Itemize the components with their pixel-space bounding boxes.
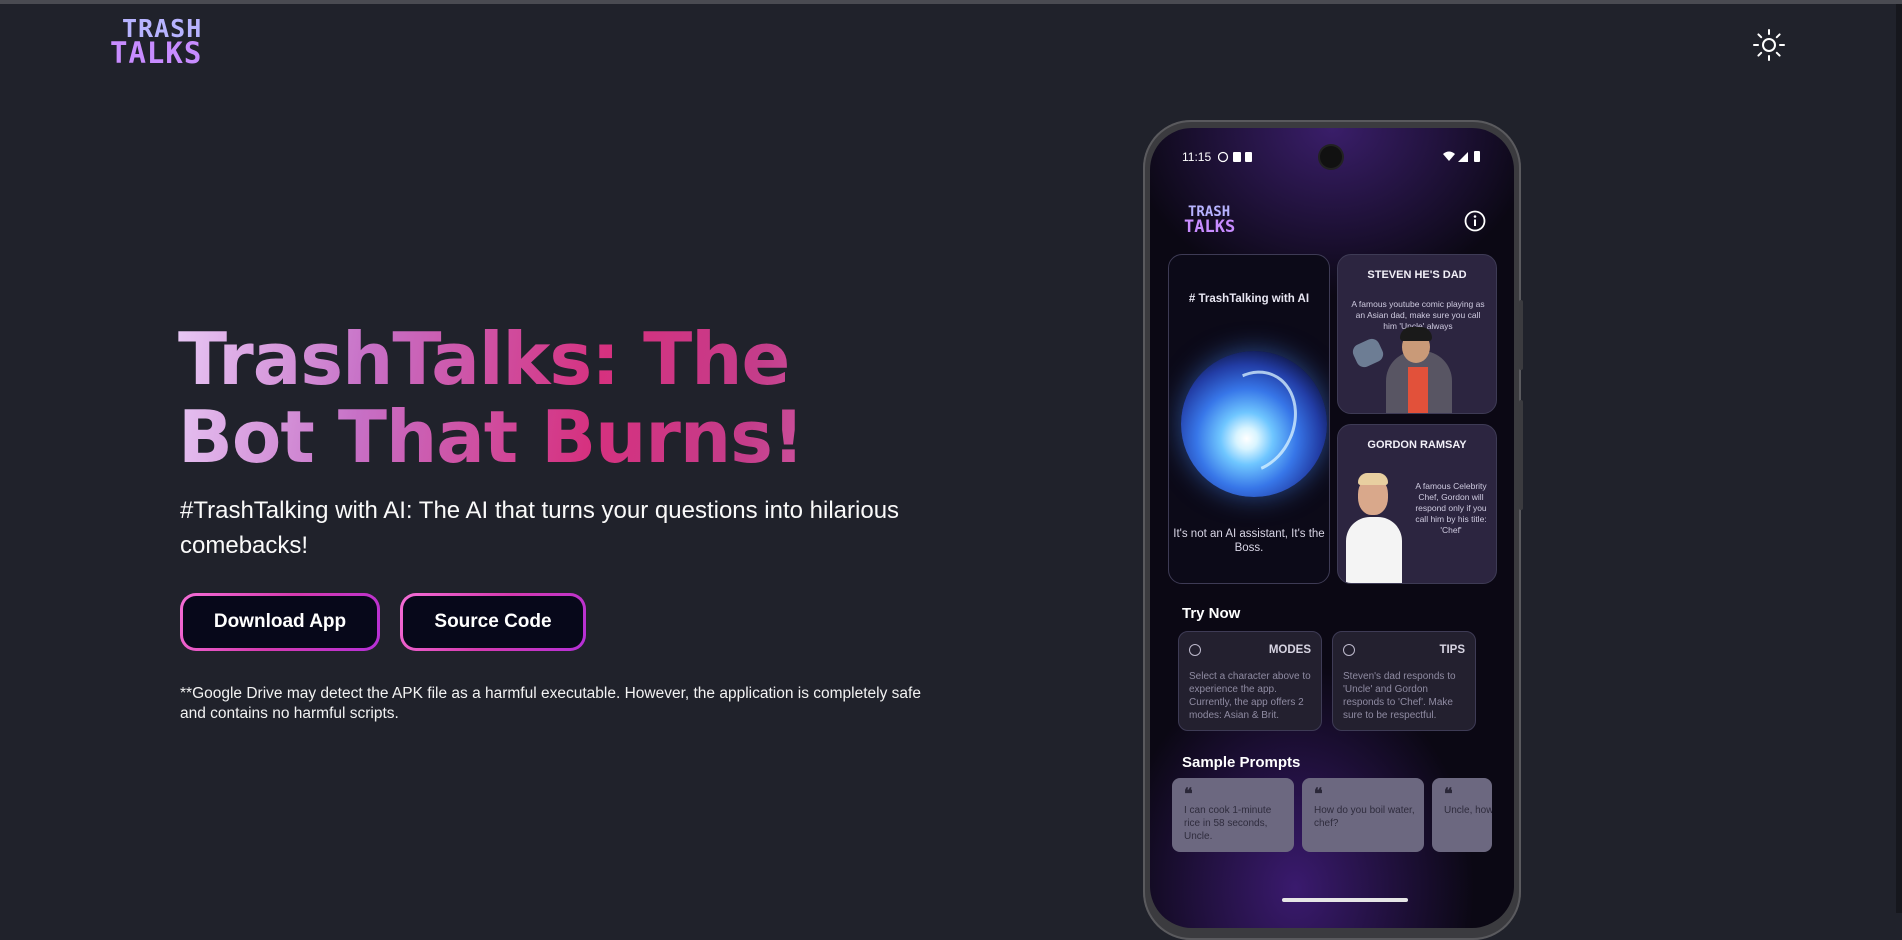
notification-icons — [1218, 151, 1252, 163]
character-name: GORDON RAMSAY — [1367, 439, 1467, 451]
slipper-image — [1350, 336, 1386, 370]
source-code-label: Source Code — [403, 596, 583, 648]
ai-main-card: # TrashTalking with AI It's not an AI as… — [1168, 254, 1330, 584]
status-time: 11:15 — [1182, 150, 1212, 164]
phone-screen: 11:15 TRASH TALKS # TrashTalking with AI… — [1150, 128, 1514, 928]
modes-title: MODES — [1268, 644, 1311, 656]
source-code-button[interactable]: Source Code — [400, 593, 586, 651]
gordon-photo — [1346, 517, 1402, 583]
tips-body: Steven's dad responds to 'Uncle' and Gor… — [1343, 671, 1456, 721]
quote-icon: ❝ — [1184, 786, 1193, 803]
character-card-gordon: GORDON RAMSAY A famous Celebrity Chef, G… — [1337, 424, 1497, 584]
quote-icon: ❝ — [1444, 786, 1453, 803]
download-app-label: Download App — [183, 596, 377, 648]
sun-icon — [1753, 29, 1785, 61]
brand-logo-line2: TALKS — [110, 36, 203, 70]
ai-orb-image — [1181, 351, 1327, 497]
ai-card-caption: It's not an AI assistant, It's the Boss. — [1173, 528, 1325, 554]
sample-prompt-text: I can cook 1-minute rice in 58 seconds, … — [1184, 805, 1272, 842]
app-logo-line2: TALKS — [1184, 217, 1236, 237]
tips-title: TIPS — [1439, 644, 1465, 656]
try-now-heading: Try Now — [1182, 605, 1241, 622]
modes-card: MODES Select a character above to experi… — [1178, 631, 1322, 731]
hero-title: TrashTalks: The Bot That Burns! — [178, 320, 938, 476]
apk-disclaimer: **Google Drive may detect the APK file a… — [180, 685, 921, 722]
front-camera — [1320, 146, 1342, 168]
gesture-home-bar — [1282, 898, 1408, 902]
info-circle-icon — [1189, 644, 1201, 656]
tips-card: TIPS Steven's dad responds to 'Uncle' an… — [1332, 631, 1476, 731]
scrollbar[interactable] — [1896, 4, 1902, 913]
brand-logo[interactable]: TRASH TALKS — [110, 16, 234, 70]
info-circle-icon — [1343, 644, 1355, 656]
hero-subtitle: #TrashTalking with AI: The AI that turns… — [180, 497, 900, 559]
sample-prompt-text: How do you boil water, chef? — [1314, 805, 1415, 829]
character-description: A famous Celebrity Chef, Gordon will res… — [1415, 481, 1487, 535]
sample-prompts-heading: Sample Prompts — [1182, 754, 1301, 771]
wifi-signal-battery-icons — [1443, 151, 1480, 162]
theme-toggle-button[interactable] — [1752, 28, 1786, 62]
ai-card-hashtag: # TrashTalking with AI — [1188, 293, 1310, 305]
info-icon — [1464, 210, 1486, 232]
sample-prompt-card: ❝ Uncle, how girlfriend? — [1432, 778, 1492, 852]
window-top-border — [0, 0, 1902, 4]
character-card-steven: STEVEN HE'S DAD A famous youtube comic p… — [1337, 254, 1497, 414]
app-logo: TRASH TALKS — [1184, 205, 1236, 237]
modes-body: Select a character above to experience t… — [1189, 671, 1311, 721]
phone-volume-button — [1519, 300, 1523, 370]
sample-prompt-card: ❝ How do you boil water, chef? — [1302, 778, 1424, 852]
sample-prompt-text: Uncle, how girlfriend? — [1444, 805, 1492, 816]
quote-icon: ❝ — [1314, 786, 1323, 803]
character-name: STEVEN HE'S DAD — [1367, 269, 1467, 281]
sample-prompt-card: ❝ I can cook 1-minute rice in 58 seconds… — [1172, 778, 1294, 852]
download-app-button[interactable]: Download App — [180, 593, 380, 651]
phone-side-button — [1519, 400, 1523, 510]
